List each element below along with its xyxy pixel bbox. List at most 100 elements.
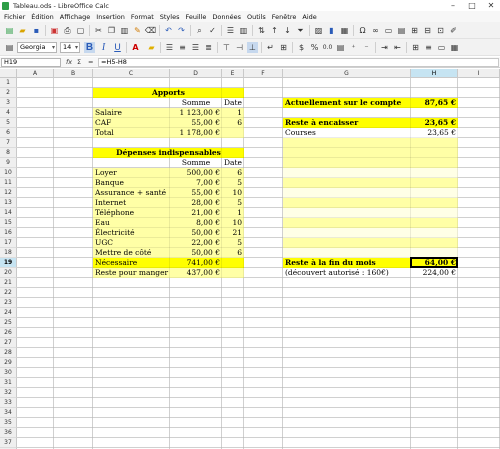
depense-label[interactable]: Nécessaire bbox=[95, 258, 168, 268]
depense-amount[interactable]: 741,00 € bbox=[172, 258, 220, 268]
row-header-10[interactable]: 10 bbox=[0, 168, 17, 178]
apport-label[interactable]: CAF bbox=[95, 118, 168, 128]
row-header-33[interactable]: 33 bbox=[0, 398, 17, 408]
row-header-18[interactable]: 18 bbox=[0, 248, 17, 258]
depense-date[interactable] bbox=[224, 258, 242, 268]
depense-amount[interactable]: 28,00 € bbox=[172, 198, 220, 208]
row-header-13[interactable]: 13 bbox=[0, 198, 17, 208]
autofilter-icon[interactable]: ⏷ bbox=[295, 25, 306, 36]
row-header-32[interactable]: 32 bbox=[0, 388, 17, 398]
italic-button[interactable]: I bbox=[98, 42, 109, 53]
undo-icon[interactable]: ↶ bbox=[163, 25, 174, 36]
column-header-d[interactable]: D bbox=[170, 69, 222, 78]
apports-header[interactable]: Apports bbox=[95, 88, 242, 98]
apport-label[interactable]: Salaire bbox=[95, 108, 168, 118]
split-window-icon[interactable]: ⊡ bbox=[435, 25, 446, 36]
depense-label[interactable]: Eau bbox=[95, 218, 168, 228]
row-header-7[interactable]: 7 bbox=[0, 138, 17, 148]
date-header[interactable]: Date bbox=[224, 98, 242, 108]
depense-label[interactable]: Loyer bbox=[95, 168, 168, 178]
minimize-icon[interactable]: – bbox=[444, 0, 462, 11]
somme-header[interactable]: Somme bbox=[172, 98, 220, 108]
depense-date[interactable]: 6 bbox=[224, 168, 242, 178]
select-all-corner[interactable] bbox=[0, 69, 17, 78]
align-left-icon[interactable]: ☰ bbox=[164, 42, 175, 53]
clone-formatting-icon[interactable]: ✎ bbox=[132, 25, 143, 36]
paste-icon[interactable]: ▥ bbox=[119, 25, 130, 36]
depenses-date-header[interactable]: Date bbox=[224, 158, 242, 168]
headers-footers-icon[interactable]: ▤ bbox=[396, 25, 407, 36]
depense-amount[interactable]: 7,00 € bbox=[172, 178, 220, 188]
freeze-rows-icon[interactable]: ⊟ bbox=[422, 25, 433, 36]
apport-amount[interactable]: 1 123,00 € bbox=[172, 108, 220, 118]
name-box[interactable]: H19 bbox=[1, 58, 61, 67]
column-header-h[interactable]: H bbox=[411, 69, 458, 78]
menu-donnees[interactable]: Données bbox=[209, 13, 244, 21]
depense-amount[interactable]: 50,00 € bbox=[172, 228, 220, 238]
apport-label[interactable]: Total bbox=[95, 128, 168, 138]
depense-label[interactable]: Reste pour manger bbox=[95, 268, 168, 278]
hyperlink-icon[interactable]: ∞ bbox=[370, 25, 381, 36]
row-header-19[interactable]: 19 bbox=[0, 258, 17, 268]
delete-decimal-icon[interactable]: ⁻ bbox=[361, 42, 372, 53]
column-header-i[interactable]: I bbox=[458, 69, 500, 78]
row-header-11[interactable]: 11 bbox=[0, 178, 17, 188]
row-header-15[interactable]: 15 bbox=[0, 218, 17, 228]
copy-icon[interactable]: ❐ bbox=[106, 25, 117, 36]
menu-format[interactable]: Format bbox=[128, 13, 157, 21]
reste-encaisser-label[interactable]: Reste à encaisser bbox=[285, 118, 409, 128]
clear-formatting-icon[interactable]: ⌫ bbox=[145, 25, 156, 36]
apport-date[interactable]: 1 bbox=[224, 108, 242, 118]
column-header-c[interactable]: C bbox=[93, 69, 170, 78]
menu-fenetre[interactable]: Fenêtre bbox=[269, 13, 300, 21]
number-format-button[interactable]: 0.0 bbox=[322, 42, 333, 53]
spreadsheet-grid[interactable]: A B C D E F G H I 1 2 3 4 5 6 7 8 9 10 11 12 13 14 15 16 17 18 19 20… bbox=[0, 69, 500, 449]
depense-amount[interactable]: 437,00 € bbox=[172, 268, 220, 278]
row-header-35[interactable]: 35 bbox=[0, 418, 17, 428]
insert-image-icon[interactable]: ▨ bbox=[313, 25, 324, 36]
row-header-22[interactable]: 22 bbox=[0, 288, 17, 298]
wrap-text-icon[interactable]: ↵ bbox=[265, 42, 276, 53]
justify-icon[interactable]: ≣ bbox=[203, 42, 214, 53]
row-header-6[interactable]: 6 bbox=[0, 128, 17, 138]
print-icon[interactable]: ⎙ bbox=[62, 25, 73, 36]
row-header-29[interactable]: 29 bbox=[0, 358, 17, 368]
borders-icon[interactable]: ⊞ bbox=[410, 42, 421, 53]
row-header-3[interactable]: 3 bbox=[0, 98, 17, 108]
menu-styles[interactable]: Styles bbox=[157, 13, 183, 21]
font-size-combo[interactable]: 14 ▾ bbox=[60, 42, 80, 53]
column-header-f[interactable]: F bbox=[244, 69, 283, 78]
export-pdf-icon[interactable]: ▣ bbox=[49, 25, 60, 36]
depense-date[interactable]: 5 bbox=[224, 198, 242, 208]
depense-amount[interactable]: 21,00 € bbox=[172, 208, 220, 218]
menu-affichage[interactable]: Affichage bbox=[57, 13, 94, 21]
align-top-icon[interactable]: ⊤ bbox=[221, 42, 232, 53]
fin-mois-label[interactable]: Reste à la fin du mois bbox=[285, 258, 409, 268]
decouvert-value[interactable]: 224,00 € bbox=[413, 268, 456, 278]
row-header-2[interactable]: 2 bbox=[0, 88, 17, 98]
border-style-icon[interactable]: ≡ bbox=[423, 42, 434, 53]
courses-label[interactable]: Courses bbox=[285, 128, 409, 138]
depense-date[interactable]: 10 bbox=[224, 218, 242, 228]
courses-value[interactable]: 23,65 € bbox=[413, 128, 456, 138]
sort-descending-icon[interactable]: ↓ bbox=[282, 25, 293, 36]
new-document-icon[interactable]: ▤ bbox=[4, 25, 15, 36]
formula-icon[interactable]: = bbox=[88, 58, 93, 66]
depense-label[interactable]: Assurance + santé bbox=[95, 188, 168, 198]
styles-icon[interactable]: ▤ bbox=[4, 42, 15, 53]
row-header-31[interactable]: 31 bbox=[0, 378, 17, 388]
align-bottom-icon[interactable]: ⊥ bbox=[247, 42, 258, 53]
apport-date[interactable] bbox=[224, 128, 242, 138]
close-icon[interactable]: ✕ bbox=[482, 0, 500, 11]
depense-label[interactable]: Mettre de côté bbox=[95, 248, 168, 258]
conditional-format-icon[interactable]: ▦ bbox=[449, 42, 460, 53]
row-header-1[interactable]: 1 bbox=[0, 78, 17, 88]
menu-edition[interactable]: Édition bbox=[28, 13, 57, 21]
row-header-4[interactable]: 4 bbox=[0, 108, 17, 118]
cut-icon[interactable]: ✂ bbox=[93, 25, 104, 36]
add-decimal-icon[interactable]: ⁺ bbox=[348, 42, 359, 53]
row-header-30[interactable]: 30 bbox=[0, 368, 17, 378]
column-header-e[interactable]: E bbox=[222, 69, 244, 78]
align-right-icon[interactable]: ☰ bbox=[190, 42, 201, 53]
menu-feuille[interactable]: Feuille bbox=[182, 13, 209, 21]
